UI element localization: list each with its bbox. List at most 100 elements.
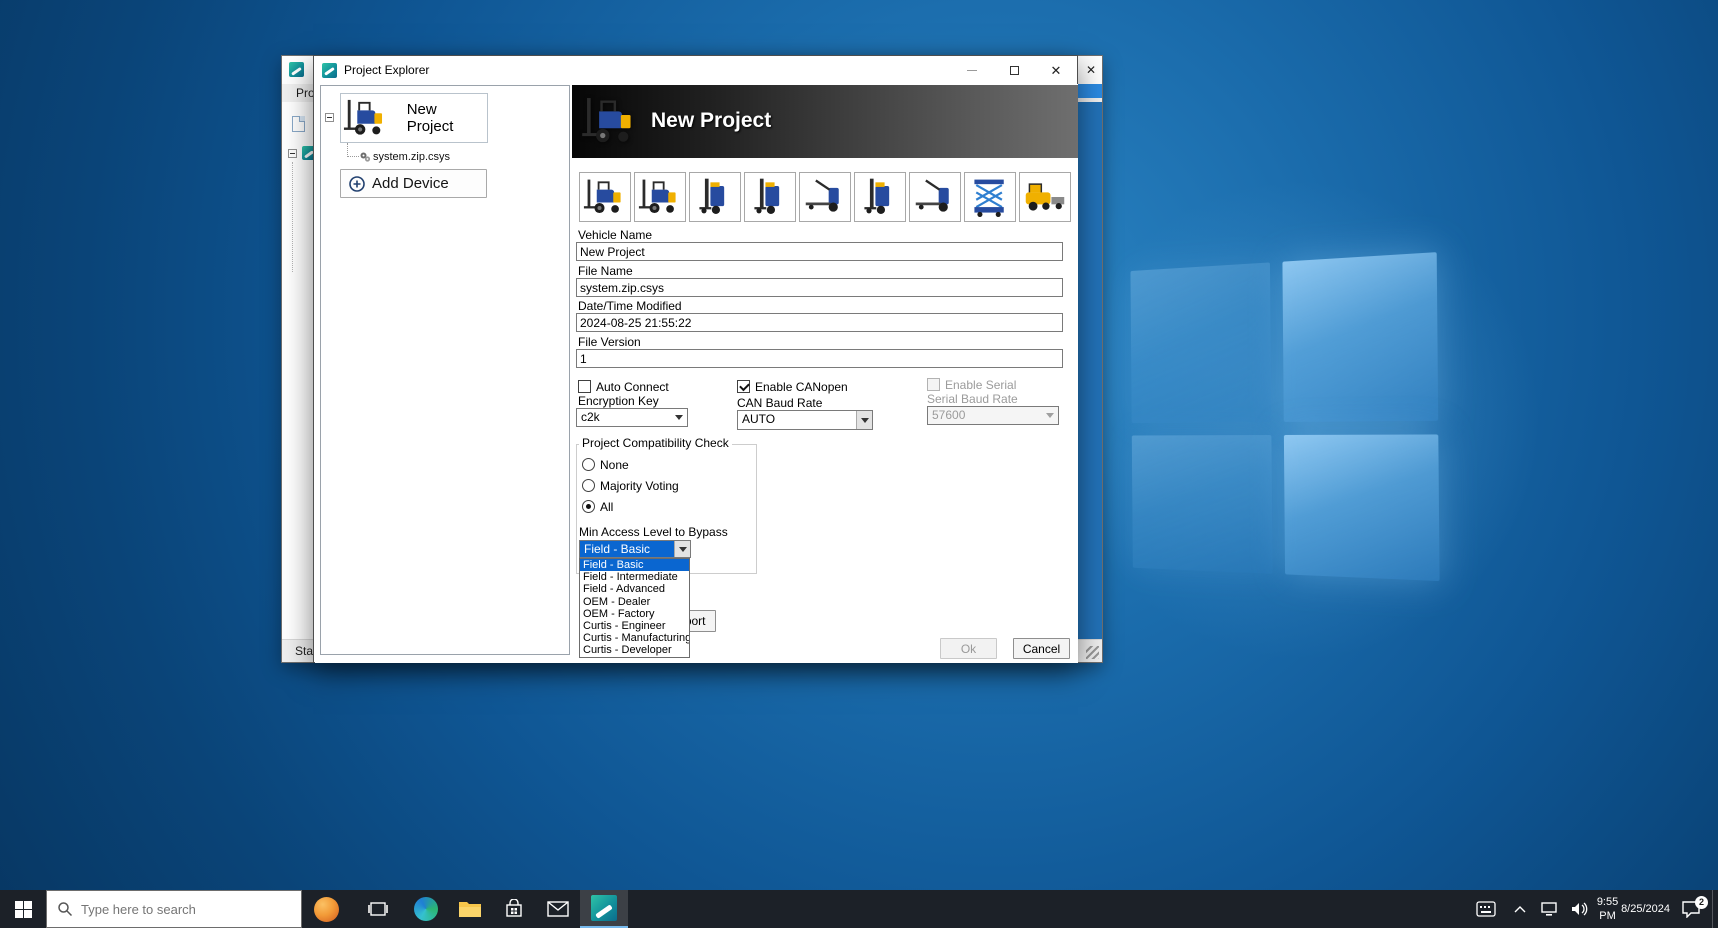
tree-expander-icon[interactable] [288,149,297,158]
vehicle-type-row [579,172,1071,222]
cancel-button[interactable]: Cancel [1013,638,1070,659]
serial-baud-label: Serial Baud Rate [927,392,1018,406]
task-view-icon [368,900,388,918]
vehicle-reach-truck-icon[interactable] [689,172,741,222]
tray-overflow-button[interactable] [1506,890,1534,928]
compat-all-label: All [600,500,613,514]
dropdown-item[interactable]: Curtis - Engineer [580,620,689,632]
close-button[interactable]: ✕ [1035,56,1077,84]
dropdown-item[interactable]: OEM - Factory [580,608,689,620]
task-view-button[interactable] [356,890,400,928]
compat-none-label: None [600,458,629,472]
compatibility-group-label: Project Compatibility Check [579,436,732,450]
tree-node-system-file[interactable]: system.zip.csys [373,151,450,163]
clock-time: 9:55 PM [1594,895,1621,923]
min-access-select[interactable]: Field - Basic [579,540,691,558]
desktop: ✕ Proj Stat Project Explorer ✕ [0,0,1718,928]
date-modified-input[interactable] [576,313,1063,332]
banner-forklift-icon [581,91,639,151]
weather-widget-button[interactable] [304,890,348,928]
dialog-title: Project Explorer [344,63,951,77]
file-explorer-icon [458,899,482,919]
taskbar-explorer-button[interactable] [448,890,492,928]
vehicle-counterbalance-icon[interactable] [579,172,631,222]
ok-button: Ok [940,638,997,659]
tree-guide-line [292,162,293,272]
show-desktop-button[interactable] [1712,890,1718,928]
enable-serial-label: Enable Serial [945,378,1016,392]
store-icon [504,899,524,919]
taskbar-cit-app-button[interactable] [580,890,628,928]
maximize-button[interactable] [993,56,1035,84]
taskbar-store-button[interactable] [492,890,536,928]
vehicle-scissor-lift-icon[interactable] [964,172,1016,222]
project-explorer-dialog: Project Explorer ✕ New Project system.zi… [313,55,1078,663]
vehicle-name-input[interactable] [576,242,1063,261]
add-icon [349,176,365,192]
encryption-key-select[interactable]: c2k [576,408,688,427]
tree-collapse-icon[interactable] [325,113,334,122]
dropdown-arrow-icon [674,541,690,557]
search-input[interactable] [81,902,281,917]
system-file-icon [359,150,371,162]
vehicle-pallet-truck-icon[interactable] [799,172,851,222]
dropdown-arrow-icon [1042,407,1058,424]
taskbar-mail-button[interactable] [536,890,580,928]
compat-all-radio[interactable] [582,500,595,513]
dropdown-item[interactable]: Field - Advanced [580,583,689,595]
serial-baud-value: 57600 [928,407,1042,424]
tray-app-button[interactable] [1466,890,1506,928]
vehicle-three-wheel-icon[interactable] [634,172,686,222]
dialog-client: New Project system.zip.csys Add Device N… [315,84,1078,663]
tray-network-button[interactable] [1534,890,1564,928]
logo-pane [1282,252,1438,422]
dropdown-item[interactable]: Field - Intermediate [580,571,689,583]
banner-title: New Project [651,109,771,133]
can-baud-select[interactable]: AUTO [737,410,873,430]
can-baud-label: CAN Baud Rate [737,396,822,410]
min-access-value: Field - Basic [580,541,674,557]
dialog-titlebar[interactable]: Project Explorer ✕ [314,56,1077,84]
tray-clock[interactable]: 9:55 PM 8/25/2024 [1594,890,1670,928]
tree-node-new-project[interactable]: New Project [340,93,488,143]
system-tray: 9:55 PM 8/25/2024 2 [1466,890,1718,928]
logo-pane [1283,434,1439,581]
taskbar-edge-button[interactable] [404,890,448,928]
enable-canopen-checkbox[interactable] [737,380,750,393]
taskbar: 9:55 PM 8/25/2024 2 [0,890,1718,928]
compat-majority-radio[interactable] [582,479,595,492]
taskbar-search[interactable] [46,890,302,928]
tray-volume-button[interactable] [1564,890,1594,928]
resize-grip[interactable] [1086,646,1099,659]
vehicle-tow-tractor-icon[interactable] [1019,172,1071,222]
minimize-button[interactable] [951,56,993,84]
clock-date: 8/25/2024 [1621,902,1670,916]
auto-connect-checkbox[interactable] [578,380,591,393]
dialog-app-icon [322,63,337,78]
file-name-input[interactable] [576,278,1063,297]
vehicle-order-picker-icon[interactable] [744,172,796,222]
volume-icon [1570,901,1588,917]
dropdown-item[interactable]: Curtis - Manufacturing [580,632,689,644]
app-logo-icon [289,62,304,77]
dropdown-item[interactable]: Field - Basic [580,559,689,571]
compat-none-radio[interactable] [582,458,595,471]
vehicle-low-lifter-icon[interactable] [909,172,961,222]
dropdown-item[interactable]: Curtis - Developer [580,644,689,656]
dropdown-item[interactable]: OEM - Dealer [580,596,689,608]
windows-logo-wallpaper [1130,252,1439,581]
weather-icon [314,897,339,922]
file-version-input[interactable] [576,349,1063,368]
start-button[interactable] [0,890,46,928]
dropdown-arrow-icon [671,409,687,426]
action-center-button[interactable]: 2 [1670,890,1712,928]
encryption-key-label: Encryption Key [578,394,659,408]
vehicle-walkie-stacker-icon[interactable] [854,172,906,222]
project-tree-panel: New Project system.zip.csys Add Device [320,85,570,655]
chevron-up-icon [1514,905,1526,913]
auto-connect-label: Auto Connect [596,380,669,394]
add-device-button[interactable]: Add Device [340,169,487,198]
min-access-dropdown-list: Field - Basic Field - Intermediate Field… [579,558,690,658]
close-icon: ✕ [1051,64,1062,77]
main-app-close-button[interactable]: ✕ [1082,62,1100,79]
